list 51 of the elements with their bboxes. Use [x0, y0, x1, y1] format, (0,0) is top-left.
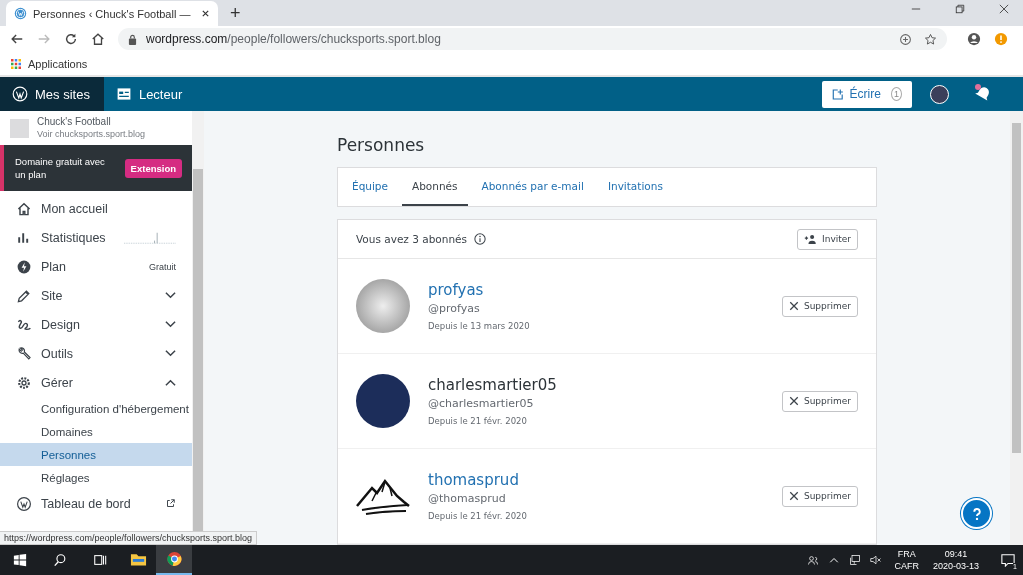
sidebar-subitem[interactable]: Configuration d'hébergement	[0, 397, 192, 420]
upgrade-button[interactable]: Extension	[124, 158, 182, 178]
address-bar[interactable]: wordpress.com/people/followers/chucksports.sport.blog	[118, 28, 947, 50]
clock-date[interactable]: 2020-03-13	[932, 560, 979, 572]
remove-button[interactable]: Supprimer	[781, 295, 858, 317]
url-path: /people/followers/chucksports.sport.blog	[227, 32, 441, 46]
follow-date: Depuis le 13 mars 2020	[428, 321, 530, 331]
plan-label: Gratuit	[149, 261, 176, 272]
new-tab-button[interactable]: +	[226, 2, 245, 24]
follow-date: Depuis le 21 févr. 2020	[428, 511, 527, 521]
sidebar-item[interactable]: Statistiques	[0, 223, 192, 252]
sidebar-item[interactable]: Site	[0, 281, 192, 310]
sidebar-item[interactable]: Outils	[0, 339, 192, 368]
sidebar-item[interactable]: Tableau de bord	[0, 489, 192, 518]
sidebar-subitem[interactable]: Réglages	[0, 466, 192, 489]
status-url-tooltip: https://wordpress.com/people/followers/chucksports.sport.blog	[0, 531, 258, 545]
invite-button[interactable]: Inviter	[797, 228, 858, 250]
bookmark-link[interactable]: Applications	[28, 57, 88, 70]
follow-date: Depuis le 21 févr. 2020	[428, 416, 528, 426]
follower-name[interactable]: profyas	[428, 281, 530, 299]
remove-button[interactable]: Supprimer	[781, 485, 858, 507]
masterbar-item[interactable]: Lecteur	[103, 77, 197, 111]
follower-name[interactable]: thomasprud	[428, 471, 527, 489]
sidebar-item[interactable]: Gérer	[0, 368, 192, 397]
follower-handle: @thomasprud	[428, 492, 507, 505]
banner-text: Domaine gratuit avec un plan	[15, 155, 106, 181]
sidebar-item[interactable]: Plan Gratuit	[0, 252, 192, 281]
tab[interactable]: Invitations	[597, 168, 673, 206]
clock-time[interactable]: 09:41	[944, 548, 968, 560]
site-url-link[interactable]: Voir chucksports.sport.blog	[37, 128, 146, 140]
tab[interactable]: Abonnés	[402, 168, 468, 206]
masterbar-item[interactable]: Mes sites	[0, 77, 104, 111]
sidebar-subitem[interactable]: Personnes	[0, 443, 192, 466]
follower-handle: @charlesmartier05	[428, 397, 535, 410]
write-button[interactable]: Écrire 1	[822, 80, 912, 108]
input-language[interactable]: FRA	[897, 548, 916, 560]
tab-title: Personnes ‹ Chuck's Football —	[33, 7, 192, 20]
sidebar-item[interactable]: Mon accueil	[0, 194, 192, 223]
sidebar-item[interactable]: Design	[0, 310, 192, 339]
url-host: wordpress.com	[146, 32, 228, 46]
sidebar-subitem[interactable]: Domaines	[0, 420, 192, 443]
keyboard-layout[interactable]: CAFR	[894, 560, 919, 572]
tab[interactable]: Abonnés par e-mail	[471, 168, 594, 206]
follower-handle: @profyas	[428, 302, 481, 315]
follower-count: Vous avez 3 abonnés	[356, 233, 467, 245]
remove-button[interactable]: Supprimer	[781, 390, 858, 412]
site-name[interactable]: Chuck's Football	[37, 116, 146, 128]
tab[interactable]: Équipe	[342, 168, 398, 206]
browser-tab[interactable]: Personnes ‹ Chuck's Football —	[6, 1, 218, 26]
follower-name: charlesmartier05	[428, 376, 557, 394]
page-title: Personnes	[337, 135, 426, 155]
